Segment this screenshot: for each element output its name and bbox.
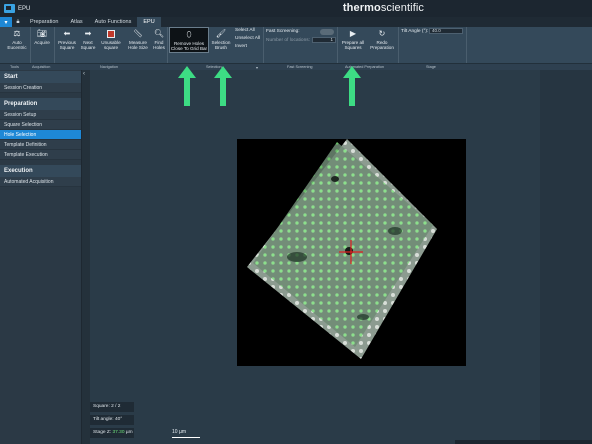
sidebar-item-template-execution[interactable]: Template Execution (0, 150, 81, 160)
play-icon: ▶ (349, 29, 357, 38)
ruler-icon: 📏︎ (132, 29, 144, 38)
scale-bar-line (172, 437, 200, 438)
sidebar-header-start: Start (0, 71, 81, 83)
epu-app-icon (4, 4, 15, 13)
measure-hole-size-button[interactable]: 📏︎ Measure Hole Size (126, 28, 150, 51)
next-square-label: Next Square (80, 40, 96, 50)
workflow-sidebar: Start Session Creation Preparation Sessi… (0, 70, 82, 444)
sidebar-item-square-selection[interactable]: Square Selection (0, 120, 81, 130)
next-square-button[interactable]: ➡ Next Square (79, 28, 97, 51)
contamination-spot (388, 227, 402, 235)
auto-eucentric-label: Auto Eucentric (7, 40, 27, 50)
brand-logo: thermoscientific (343, 2, 424, 14)
tab-auto-functions[interactable]: Auto Functions (89, 17, 138, 27)
sidebar-collapse-strip: ‹ (82, 70, 90, 444)
prepare-all-squares-button[interactable]: ▶ Prepare all Squares (339, 28, 367, 51)
title-bar: EPU (0, 0, 592, 17)
number-of-locations-label: Number of locations: (266, 38, 310, 43)
select-all-button[interactable]: Select All (235, 28, 255, 33)
redo-icon: ↻ (378, 29, 386, 38)
ribbon-group-labels: Tools Acquisition Navigation Selection ▾… (0, 63, 592, 70)
contamination-spot (287, 252, 307, 262)
group-tools: Tools (10, 65, 19, 69)
grid-square-svg (247, 139, 437, 359)
remove-holes-button[interactable]: ⬯ Remove Holes Close To Grid Bar (169, 27, 209, 53)
lock-icon[interactable]: 🔒︎ (12, 17, 24, 27)
tab-preparation[interactable]: Preparation (24, 17, 64, 27)
previous-square-button[interactable]: ⬅ Previous Square (56, 28, 78, 51)
tab-row: ▾ 🔒︎ Preparation Atlas Auto Functions EP… (0, 17, 592, 27)
sidebar-item-session-creation[interactable]: Session Creation (0, 83, 81, 93)
tab-atlas[interactable]: Atlas (64, 17, 88, 27)
eucentric-icon: ⚖ (13, 29, 21, 38)
prepare-all-squares-label: Prepare all Squares (341, 40, 365, 50)
group-acquisition: Acquisition (32, 65, 51, 69)
stage-z-value: 37.30 (112, 430, 125, 435)
previous-square-label: Previous Square (58, 40, 76, 50)
annotation-arrow-icon (214, 66, 232, 106)
square-selected-holes (253, 142, 433, 347)
remove-holes-label: Remove Holes Close To Grid Bar (170, 41, 208, 51)
sidebar-header-preparation: Preparation (0, 98, 81, 110)
tilt-angle-readout: Tilt angle: 40° (90, 415, 134, 425)
group-stage: Stage (426, 65, 436, 69)
tilt-angle-label: Tilt Angle (°): (401, 29, 429, 34)
brand-thermo: thermo (342, 2, 381, 14)
redo-preparation-button[interactable]: ↻ Redo Preparation (368, 28, 396, 51)
redo-preparation-label: Redo Preparation (370, 40, 394, 50)
contamination-spot (357, 314, 369, 320)
annotation-arrow-icon (178, 66, 196, 106)
invert-button[interactable]: Invert (235, 44, 247, 49)
measure-hole-size-label: Measure Hole Size (128, 40, 148, 50)
number-of-locations-field[interactable]: 1 (312, 37, 336, 43)
sidebar-header-execution: Execution (0, 165, 81, 177)
find-holes-button[interactable]: 🔍︎ Find Holes (152, 28, 166, 51)
sidebar-item-template-definition[interactable]: Template Definition (0, 140, 81, 150)
auto-eucentric-button[interactable]: ⚖ Auto Eucentric (4, 28, 30, 51)
sidebar-item-session-setup[interactable]: Session Setup (0, 110, 81, 120)
collapse-chevron-icon[interactable]: ‹ (83, 71, 85, 77)
tilt-angle-field[interactable]: 40.0 (429, 28, 463, 34)
grid-square-image[interactable] (237, 139, 466, 366)
fast-screening-label: Fast Screening: (266, 29, 300, 34)
epu-window: EPU ▾ 🔒︎ Preparation Atlas Auto Function… (0, 0, 592, 444)
contamination-spot (331, 176, 339, 182)
status-bar (455, 440, 592, 444)
brush-icon: 🖌︎ (215, 29, 227, 38)
arrow-right-icon: ➡ (84, 29, 92, 38)
stage-z-readout: Stage Z: 37.30 µm (90, 428, 134, 438)
brand-scientific: scientific (380, 2, 424, 14)
right-panel-strip (540, 70, 592, 444)
scale-bar-label: 10 µm (172, 429, 186, 435)
square-counter: Square: 2 / 2 (90, 402, 134, 412)
selection-brush-button[interactable]: 🖌︎ Selection Brush (210, 28, 232, 51)
search-icon: 🔍︎ (153, 29, 165, 38)
stage-z-unit: µm (125, 430, 133, 435)
group-navigation: Navigation (100, 65, 118, 69)
sidebar-item-hole-selection[interactable]: Hole Selection (0, 130, 81, 140)
quick-access-dropdown-icon[interactable]: ▾ (0, 17, 12, 27)
annotation-arrow-icon (343, 66, 361, 106)
sidebar-item-automated-acquisition[interactable]: Automated Acquisition (0, 177, 81, 187)
group-fast-screening: Fast Screening (287, 65, 313, 69)
contamination-spot (345, 247, 353, 255)
acquire-button[interactable]: 📷︎ Acquire (32, 28, 52, 46)
selection-brush-label: Selection Brush (211, 40, 231, 50)
camera-icon: 📷︎ (36, 29, 48, 38)
window-title: EPU (18, 5, 31, 12)
unselect-all-button[interactable]: Unselect All (235, 36, 260, 41)
unusable-square-icon (107, 28, 115, 39)
find-holes-label: Find Holes (153, 40, 165, 50)
fast-screening-toggle[interactable] (320, 29, 334, 35)
grid-bar-icon: ⬯ (186, 30, 192, 39)
stage-z-label: Stage Z: (93, 430, 112, 435)
tab-epu[interactable]: EPU (137, 17, 161, 27)
ribbon-toolbar: ⚖ Auto Eucentric 📷︎ Acquire ⬅ Previous S… (0, 27, 592, 63)
acquire-label: Acquire (34, 40, 50, 45)
unusable-square-button[interactable]: Unusable square (99, 28, 123, 50)
unusable-square-label: Unusable square (101, 40, 121, 50)
arrow-left-icon: ⬅ (63, 29, 71, 38)
